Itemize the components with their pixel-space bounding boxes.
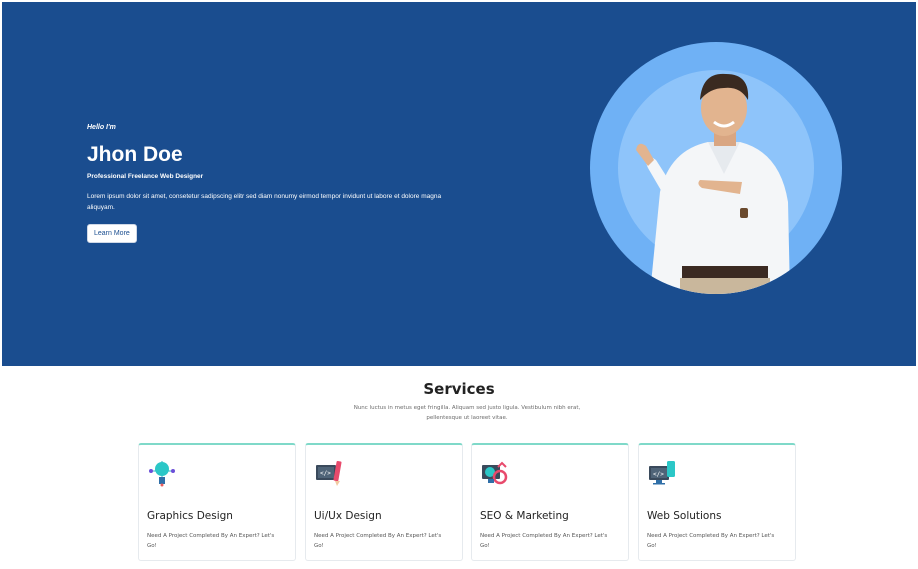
services-subtitle: Nunc luctus in metus eget fringilla. Ali… <box>353 405 581 421</box>
hero-description: Lorem ipsum dolor sit amet, consetetur s… <box>87 193 442 211</box>
hero-section: Hello I'm Jhon Doe Professional Freelanc… <box>2 2 916 366</box>
web-solutions-icon: </> <box>649 461 675 485</box>
svg-text:</>: </> <box>320 470 331 477</box>
service-card-title: Graphics Design <box>147 510 233 522</box>
ui-ux-design-icon: </> <box>316 460 342 486</box>
service-card-title: SEO & Marketing <box>480 510 569 522</box>
service-card-description: Need A Project Completed By An Expert? L… <box>647 533 775 549</box>
service-card-web-solutions[interactable]: </> Web Solutions Need A Project Complet… <box>638 443 796 561</box>
service-card-title: Ui/Ux Design <box>314 510 382 522</box>
service-card-title: Web Solutions <box>647 510 722 522</box>
hero-greeting: Hello I'm <box>87 124 116 131</box>
hero-text-block: Hello I'm Jhon Doe Professional Freelanc… <box>87 124 467 243</box>
service-card-seo-marketing[interactable]: SEO & Marketing Need A Project Completed… <box>471 443 629 561</box>
service-card-description: Need A Project Completed By An Expert? L… <box>480 533 608 549</box>
hero-name: Jhon Doe <box>87 143 183 166</box>
graphics-design-icon <box>149 461 175 487</box>
services-section: Services Nunc luctus in metus eget fring… <box>0 366 918 569</box>
service-card-description: Need A Project Completed By An Expert? L… <box>314 533 442 549</box>
service-card-ui-ux-design[interactable]: </> Ui/Ux Design Need A Project Complete… <box>305 443 463 561</box>
services-title: Services <box>423 380 495 398</box>
portrait-image <box>590 42 842 294</box>
hero-role: Professional Freelance Web Designer <box>87 173 204 180</box>
learn-more-button[interactable]: Learn More <box>87 224 137 243</box>
service-card-description: Need A Project Completed By An Expert? L… <box>147 533 275 549</box>
seo-marketing-icon <box>482 461 508 485</box>
service-card-graphics-design[interactable]: Graphics Design Need A Project Completed… <box>138 443 296 561</box>
svg-text:</>: </> <box>653 471 664 478</box>
